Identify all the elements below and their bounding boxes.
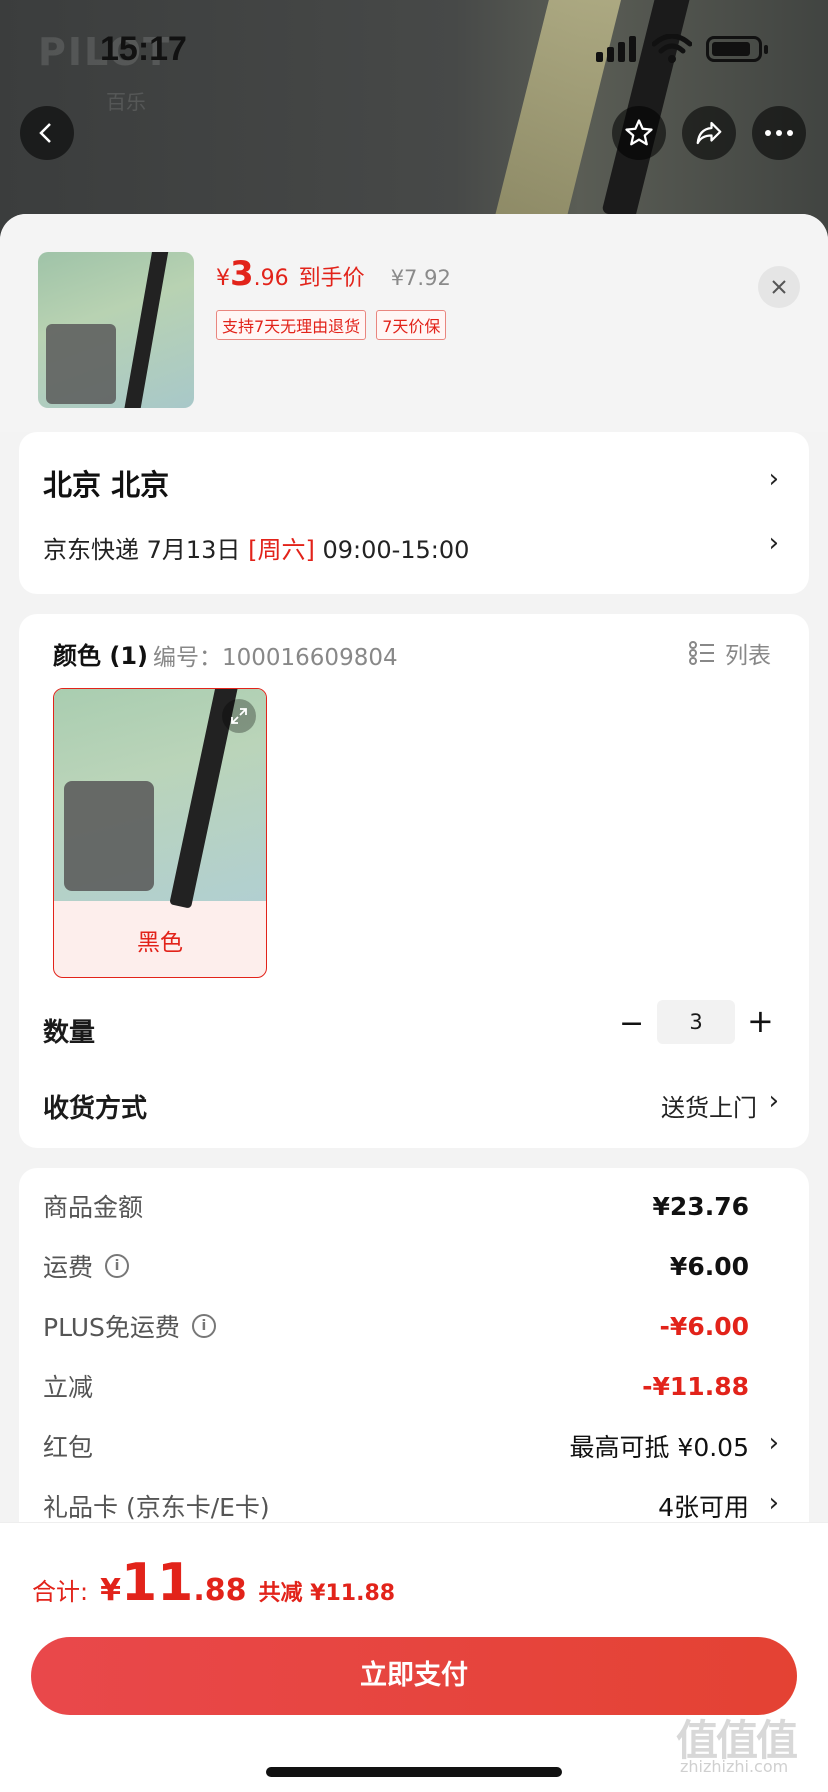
chevron-right-icon: › (768, 528, 779, 558)
cost-label: 红包 (43, 1433, 94, 1462)
expand-icon[interactable] (222, 699, 256, 733)
delivery-day: [周六] (248, 536, 315, 564)
chevron-right-icon: › (768, 1086, 779, 1116)
cost-value: ¥6.00 (669, 1251, 749, 1281)
checkout-footer: 合计: ¥ 11 .88 共减 ¥11.88 立即支付 值值值 zhizhizh… (0, 1522, 828, 1792)
delivery-date: 京东快递 7月13日 (43, 536, 249, 564)
cost-value: 4张可用 (658, 1493, 749, 1522)
list-label: 列表 (725, 643, 771, 669)
cost-row: PLUS免运费 i -¥6.00 (43, 1306, 749, 1346)
total-decimal: .88 (193, 1573, 247, 1608)
variant-name: 黑色 (137, 930, 183, 956)
variant-image (54, 689, 266, 909)
delivery-time: 09:00-15:00 (314, 536, 470, 564)
address-card[interactable]: 北京 北京 › 京东快递 7月13日 [周六] 09:00-15:00 › (19, 432, 809, 594)
total-symbol: ¥ (100, 1573, 121, 1608)
chevron-right-icon: › (768, 464, 779, 494)
watermark-site: zhizhizhi.com (680, 1757, 789, 1776)
price-integer: 3 (230, 254, 254, 294)
cost-label: 商品金额 (43, 1193, 144, 1222)
variant-option[interactable]: 黑色 (53, 688, 267, 978)
cost-row-red-packet[interactable]: 红包 最高可抵 ¥0.05 (43, 1426, 749, 1466)
price-line: ¥ 3 .96 到手价 ¥7.92 (216, 254, 451, 294)
quantity-label: 数量 (43, 1018, 96, 1048)
service-tag: 支持7天无理由退货 (216, 310, 367, 340)
total-label: 合计: (32, 1578, 89, 1606)
sku-number: 编号：100016609804 (153, 645, 398, 671)
cost-value: 最高可抵 ¥0.05 (569, 1433, 749, 1462)
increase-quantity-button[interactable]: + (747, 1002, 774, 1040)
more-button[interactable] (752, 106, 806, 160)
chevron-right-icon: › (768, 1488, 779, 1518)
chevron-right-icon: › (768, 1428, 779, 1458)
decrease-quantity-button[interactable]: − (619, 1006, 644, 1041)
info-icon[interactable]: i (105, 1254, 130, 1278)
wifi-icon (652, 34, 692, 63)
list-icon (689, 641, 714, 665)
service-tag: 7天价保 (376, 310, 447, 340)
total-integer: 11 (120, 1553, 194, 1613)
service-tags: 支持7天无理由退货 7天价保 (216, 310, 447, 340)
total-price: 合计: ¥ 11 .88 共减 ¥11.88 (32, 1553, 395, 1613)
cost-value: ¥23.76 (652, 1191, 749, 1221)
cost-label: 立减 (43, 1373, 94, 1402)
price-label: 到手价 (298, 266, 365, 291)
more-icon (765, 130, 793, 136)
close-icon (772, 280, 786, 294)
back-button[interactable] (20, 106, 74, 160)
close-button[interactable] (758, 266, 800, 308)
sheet-header: ¥ 3 .96 到手价 ¥7.92 支持7天无理由退货 7天价保 (0, 214, 828, 432)
pay-now-button[interactable]: 立即支付 (31, 1637, 797, 1715)
total-savings: 共减 ¥11.88 (258, 1581, 396, 1606)
color-title: 颜色 (1) (53, 642, 148, 670)
cost-label: PLUS免运费 (43, 1313, 180, 1342)
spec-card: 颜色 (1) 编号：100016609804 列表 黑色 数量 − 3 + 收货… (19, 614, 809, 1148)
battery-icon (706, 36, 768, 62)
list-view-toggle[interactable]: 列表 (689, 636, 771, 670)
shipping-method-value[interactable]: 送货上门 (661, 1088, 757, 1123)
share-icon (696, 121, 722, 145)
info-icon[interactable]: i (191, 1314, 216, 1338)
status-bar: 15:17 (0, 0, 828, 100)
home-indicator (266, 1767, 562, 1777)
chevron-left-icon (39, 123, 51, 143)
cost-label: 礼品卡 (京东卡/E卡) (43, 1493, 270, 1522)
cost-row: 商品金额 ¥23.76 (43, 1186, 749, 1226)
delivery-info: 京东快递 7月13日 [周六] 09:00-15:00 (43, 530, 469, 565)
shipping-method-label: 收货方式 (43, 1094, 148, 1124)
price-symbol: ¥ (216, 266, 230, 291)
signal-icon (596, 36, 636, 62)
share-button[interactable] (682, 106, 736, 160)
cost-row: 立减 -¥11.88 (43, 1366, 749, 1406)
quantity-input[interactable]: 3 (657, 1000, 735, 1044)
status-time: 15:17 (100, 30, 187, 68)
cost-label: 运费 (43, 1253, 94, 1282)
original-price: ¥7.92 (390, 266, 451, 290)
cost-value: -¥6.00 (659, 1311, 749, 1341)
address-city: 北京 北京 (43, 468, 170, 502)
product-thumbnail[interactable] (38, 252, 194, 408)
cost-row: 运费 i ¥6.00 (43, 1246, 749, 1286)
cost-value: -¥11.88 (642, 1371, 749, 1401)
price-decimal: .96 (253, 266, 289, 291)
favorite-button[interactable] (612, 106, 666, 160)
star-icon (625, 119, 653, 146)
cost-row-gift-card[interactable]: 礼品卡 (京东卡/E卡) 4张可用 (43, 1486, 749, 1526)
